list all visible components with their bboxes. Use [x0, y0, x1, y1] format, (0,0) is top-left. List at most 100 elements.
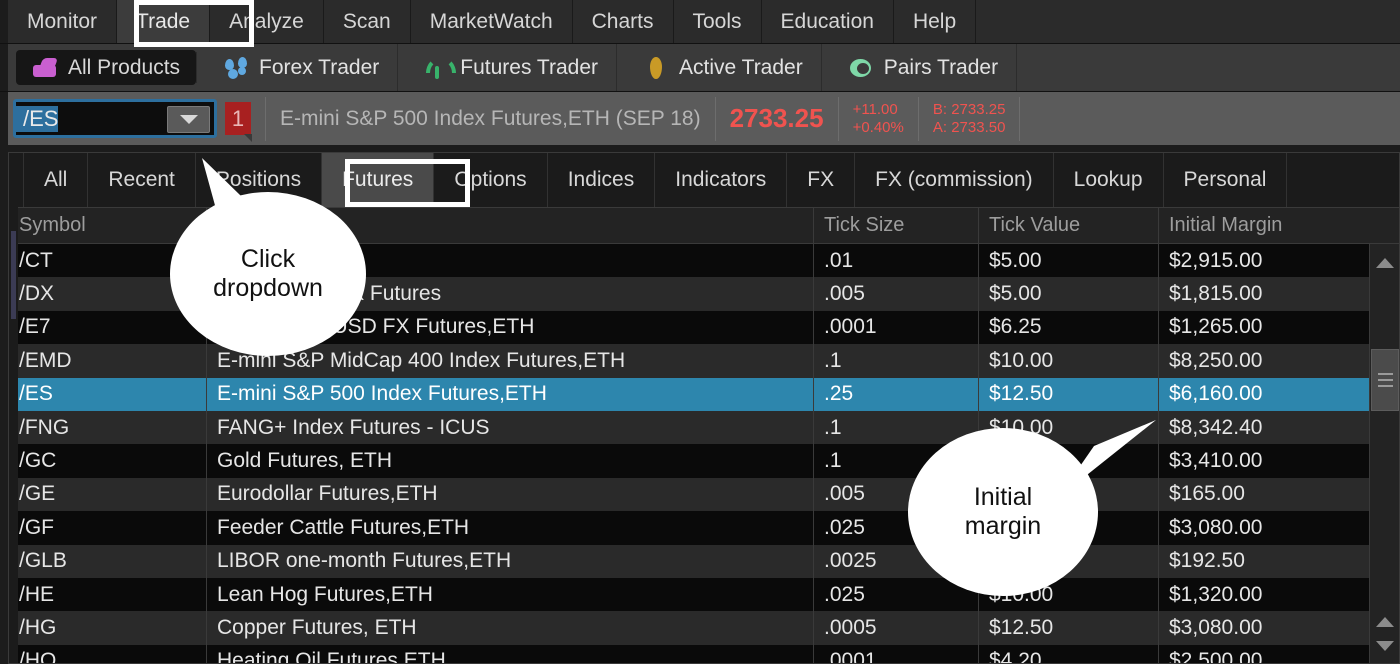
- left-scroll-thumb[interactable]: [11, 231, 16, 319]
- cell-initial-margin: $3,080.00: [1159, 611, 1364, 644]
- table-row[interactable]: /GCGold Futures, ETH.1$10.00$3,410.00: [9, 444, 1399, 477]
- cell-tick-value: $5.00: [979, 244, 1159, 277]
- table-row[interactable]: /ESE-mini S&P 500 Index Futures,ETH.25$1…: [9, 378, 1399, 411]
- symbol-dropdown-button[interactable]: [167, 106, 210, 133]
- menu-item-trade[interactable]: Trade: [117, 0, 210, 43]
- tab-fx-commission[interactable]: FX (commission): [855, 153, 1054, 207]
- scrollbar-down-button[interactable]: [1370, 635, 1400, 657]
- left-scroll-strip[interactable]: [9, 153, 18, 663]
- menu-label: Analyze: [229, 10, 304, 34]
- last-price: 2733.25: [730, 103, 824, 134]
- cell-tick-value: $12.50: [979, 611, 1159, 644]
- table-row[interactable]: /GFFeeder Cattle Futures,ETH.025$12.50$3…: [9, 511, 1399, 544]
- symbol-input[interactable]: /ES: [13, 99, 217, 138]
- product-tab-futures-trader[interactable]: Futures Trader: [406, 44, 617, 91]
- quantity-badge[interactable]: 1: [225, 102, 251, 135]
- tab-all[interactable]: All: [23, 153, 88, 207]
- menu-item-monitor[interactable]: Monitor: [8, 0, 117, 43]
- callout-bubble: Initial margin: [908, 428, 1098, 596]
- cell-initial-margin: $192.50: [1159, 545, 1364, 578]
- scrollbar-up-button[interactable]: [1370, 252, 1400, 274]
- cell-symbol: /FNG: [9, 411, 207, 444]
- cell-symbol: /ES: [9, 378, 207, 411]
- tab-indicators[interactable]: Indicators: [655, 153, 787, 207]
- table-row[interactable]: /GLBLIBOR one-month Futures,ETH.0025$10.…: [9, 545, 1399, 578]
- cell-initial-margin: $3,080.00: [1159, 511, 1364, 544]
- tab-lookup[interactable]: Lookup: [1054, 153, 1164, 207]
- cell-tick-value: $6.25: [979, 311, 1159, 344]
- instrument-description: E-mini S&P 500 Index Futures,ETH (SEP 18…: [280, 107, 701, 131]
- cell-description: FANG+ Index Futures - ICUS: [207, 411, 814, 444]
- main-menu-bar: Monitor Trade Analyze Scan MarketWatch C…: [0, 0, 1400, 44]
- tab-label: Indices: [568, 168, 635, 192]
- all-products-icon: [32, 55, 58, 81]
- scroll-thumb-grip-icon: [1378, 385, 1393, 387]
- cell-description: Lean Hog Futures,ETH: [207, 578, 814, 611]
- tab-label: Lookup: [1074, 168, 1143, 192]
- table-row[interactable]: /GEEurodollar Futures,ETH.005$12.50$165.…: [9, 478, 1399, 511]
- thinkorswim-trade-window: Monitor Trade Analyze Scan MarketWatch C…: [0, 0, 1400, 664]
- table-row[interactable]: /HGCopper Futures, ETH.0005$12.50$3,080.…: [9, 611, 1399, 644]
- menu-label: Education: [781, 10, 874, 34]
- tab-indices[interactable]: Indices: [548, 153, 656, 207]
- column-header-tick-size[interactable]: Tick Size: [814, 208, 979, 243]
- callout-line-2: dropdown: [213, 274, 323, 304]
- vertical-scrollbar[interactable]: [1369, 244, 1399, 663]
- menu-item-help[interactable]: Help: [894, 0, 976, 43]
- change-absolute: +11.00: [853, 101, 904, 119]
- menu-item-charts[interactable]: Charts: [573, 0, 674, 43]
- cell-initial-margin: $8,250.00: [1159, 344, 1364, 377]
- tab-label: Indicators: [675, 168, 766, 192]
- cell-tick-size: .005: [814, 277, 979, 310]
- divider: [715, 97, 716, 141]
- quantity-badge-label: 1: [232, 106, 244, 132]
- cell-initial-margin: $6,160.00: [1159, 378, 1364, 411]
- tab-personal[interactable]: Personal: [1164, 153, 1288, 207]
- cell-initial-margin: $2,500.00: [1159, 645, 1364, 663]
- tab-label: All: [44, 168, 67, 192]
- scroll-thumb-grip-icon: [1378, 373, 1393, 375]
- menu-label: Trade: [136, 10, 190, 34]
- menu-label: Charts: [592, 10, 654, 34]
- pairs-trader-icon: [848, 55, 874, 81]
- tab-options[interactable]: Options: [434, 153, 547, 207]
- callout-line-1: Initial: [974, 483, 1032, 513]
- menu-item-tools[interactable]: Tools: [674, 0, 762, 43]
- menu-label: Monitor: [27, 10, 97, 34]
- scroll-up-arrow-icon: [1376, 258, 1394, 268]
- cell-symbol: /GLB: [9, 545, 207, 578]
- product-bar-filler: [1017, 44, 1400, 91]
- product-tab-active-trader[interactable]: Active Trader: [625, 44, 822, 91]
- menu-item-analyze[interactable]: Analyze: [210, 0, 324, 43]
- tab-label: FX: [807, 168, 834, 192]
- table-row[interactable]: /FNGFANG+ Index Futures - ICUS.1$10.00$8…: [9, 411, 1399, 444]
- table-row[interactable]: /HOHeating Oil Futures,ETH.0001$4.20$2,5…: [9, 645, 1399, 663]
- column-header-initial-margin[interactable]: Initial Margin: [1159, 208, 1364, 243]
- menu-item-education[interactable]: Education: [762, 0, 894, 43]
- divider: [265, 97, 266, 141]
- product-tab-all-products[interactable]: All Products: [16, 50, 196, 85]
- tab-bar-filler: [1287, 153, 1399, 207]
- cell-symbol: /HG: [9, 611, 207, 644]
- tab-fx[interactable]: FX: [787, 153, 855, 207]
- cell-symbol: /HE: [9, 578, 207, 611]
- product-tab-label: Pairs Trader: [884, 56, 998, 80]
- cell-description: Feeder Cattle Futures,ETH: [207, 511, 814, 544]
- ask-price: A: 2733.50: [933, 119, 1006, 137]
- scrollbar-page-up-button[interactable]: [1370, 611, 1400, 633]
- cell-initial-margin: $2,915.00: [1159, 244, 1364, 277]
- callout-line-1: Click: [241, 245, 295, 275]
- price-change-block: +11.00 +0.40%: [853, 101, 904, 137]
- menu-item-marketwatch[interactable]: MarketWatch: [411, 0, 573, 43]
- scrollbar-thumb[interactable]: [1371, 349, 1399, 411]
- cell-symbol: /GC: [9, 444, 207, 477]
- cell-tick-size: .01: [814, 244, 979, 277]
- symbol-input-value: /ES: [16, 106, 58, 132]
- table-row[interactable]: /HELean Hog Futures,ETH.025$10.00$1,320.…: [9, 578, 1399, 611]
- cell-tick-size: .1: [814, 344, 979, 377]
- menu-label: Help: [913, 10, 956, 34]
- product-tab-pairs-trader[interactable]: Pairs Trader: [830, 44, 1017, 91]
- product-tab-forex-trader[interactable]: Forex Trader: [205, 44, 398, 91]
- column-header-tick-value[interactable]: Tick Value: [979, 208, 1159, 243]
- menu-item-scan[interactable]: Scan: [324, 0, 411, 43]
